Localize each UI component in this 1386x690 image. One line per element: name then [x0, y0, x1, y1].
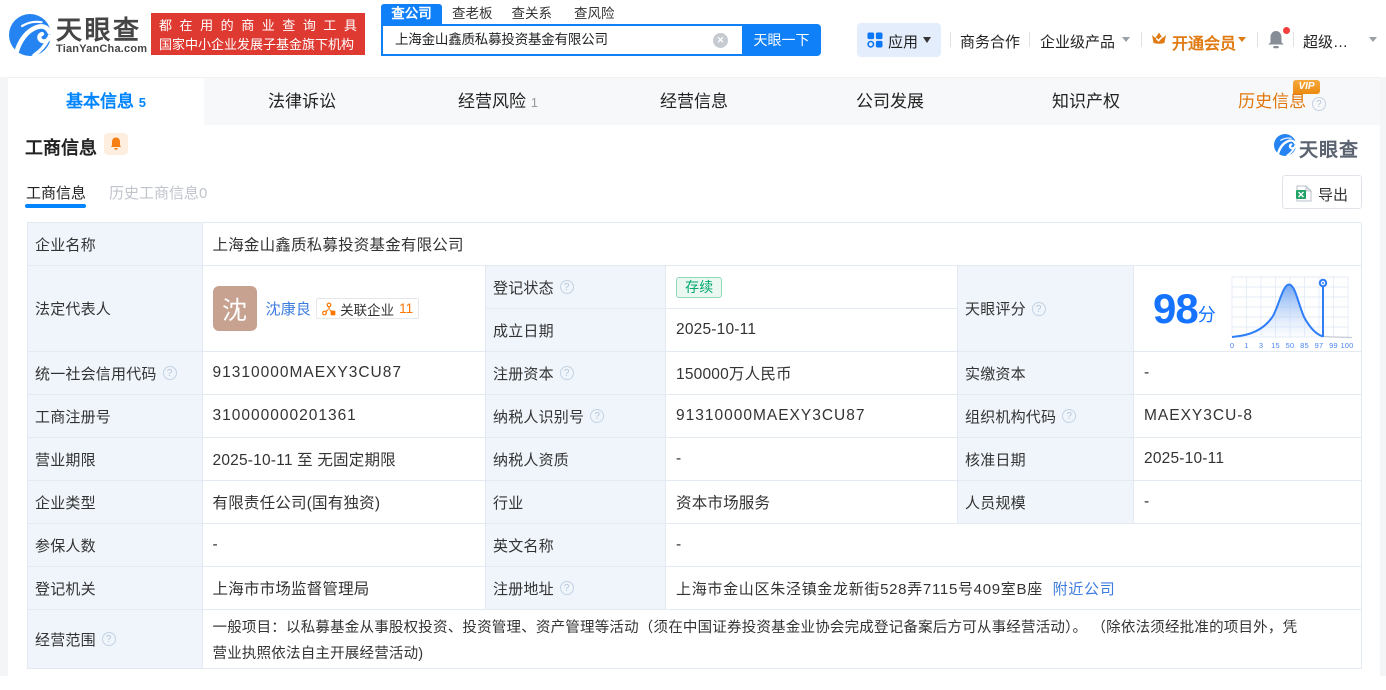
svg-text:3: 3 [1259, 341, 1263, 350]
svg-text:97: 97 [1315, 341, 1324, 350]
svg-text:15: 15 [1271, 341, 1280, 350]
svg-text:85: 85 [1300, 341, 1309, 350]
svg-text:100: 100 [1340, 341, 1353, 350]
svg-text:0: 0 [1230, 341, 1234, 350]
svg-text:99: 99 [1329, 341, 1338, 350]
svg-text:50: 50 [1286, 341, 1295, 350]
svg-text:1: 1 [1244, 341, 1248, 350]
